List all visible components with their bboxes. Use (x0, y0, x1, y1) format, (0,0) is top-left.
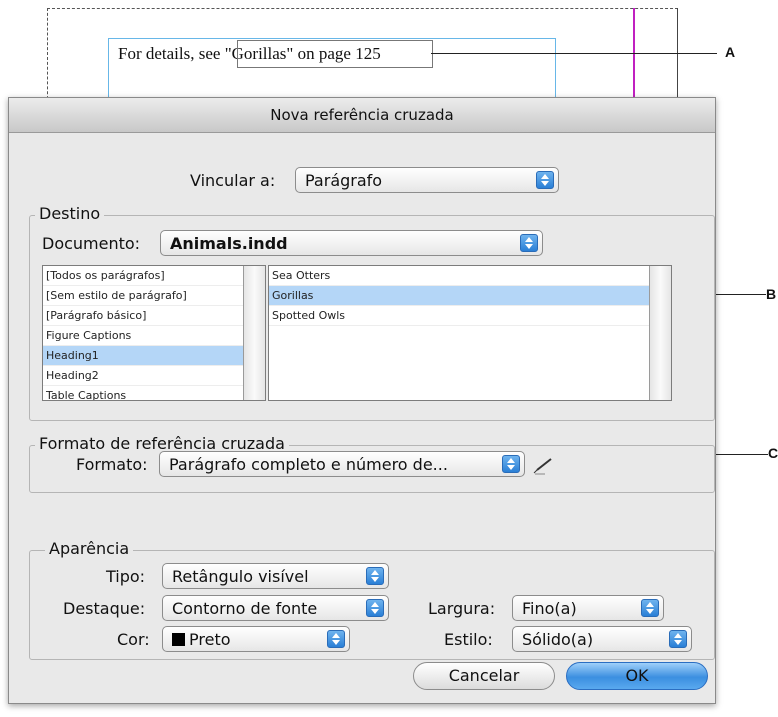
width-label: Largura: (428, 599, 496, 618)
dropdown-arrows-icon (366, 599, 384, 617)
color-label: Cor: (117, 630, 150, 649)
format-value: Parágrafo completo e número de... (169, 455, 448, 474)
ok-button[interactable]: OK (566, 662, 708, 690)
dropdown-arrows-icon (669, 630, 687, 648)
page-edge (677, 8, 678, 103)
style-value: Sólido(a) (522, 630, 594, 649)
type-value: Retângulo visível (172, 567, 309, 586)
highlight-dropdown[interactable]: Contorno de fonte (162, 595, 389, 621)
color-dropdown[interactable]: Preto (162, 626, 350, 652)
margin-guide (633, 8, 635, 103)
callout-line-a (431, 53, 717, 54)
list-item[interactable]: [Todos os parágrafos] (43, 266, 243, 286)
list-item[interactable]: [Sem estilo de parágrafo] (43, 286, 243, 306)
style-list-scrollbar[interactable] (243, 266, 265, 400)
format-label: Formato: (76, 455, 148, 474)
list-item[interactable]: Table Captions (43, 386, 243, 400)
cross-reference-highlight (237, 40, 433, 68)
text-before: For details, see (118, 44, 225, 63)
list-item[interactable]: Sea Otters (269, 266, 650, 286)
type-label: Tipo: (106, 567, 146, 586)
highlight-value: Contorno de fonte (172, 599, 318, 618)
paragraph-style-list: [Todos os parágrafos] [Sem estilo de par… (42, 265, 266, 401)
paragraph-list-scrollbar[interactable] (649, 266, 671, 400)
width-dropdown[interactable]: Fino(a) (512, 595, 664, 621)
dropdown-arrows-icon (520, 234, 538, 252)
style-label: Estilo: (444, 630, 493, 649)
style-dropdown[interactable]: Sólido(a) (512, 626, 692, 652)
dialog-title: Nova referência cruzada (270, 106, 454, 124)
color-swatch (172, 633, 185, 646)
list-item[interactable]: Figure Captions (43, 326, 243, 346)
cancel-button[interactable]: Cancelar (413, 662, 555, 690)
list-item[interactable]: [Parágrafo básico] (43, 306, 243, 326)
color-value: Preto (189, 630, 231, 649)
dropdown-arrows-icon (502, 455, 520, 473)
list-item[interactable]: Heading2 (43, 366, 243, 386)
width-value: Fino(a) (522, 599, 577, 618)
dropdown-arrows-icon (536, 171, 554, 189)
link-to-dropdown[interactable]: Parágrafo (295, 167, 559, 193)
callout-b: B (766, 286, 777, 302)
dropdown-arrows-icon (327, 630, 345, 648)
document-value: Animals.indd (170, 234, 288, 253)
list-item[interactable]: Spotted Owls (269, 306, 650, 326)
document-dropdown[interactable]: Animals.indd (160, 230, 543, 256)
link-to-label: Vincular a: (190, 171, 276, 190)
list-item-selected[interactable]: Heading1 (43, 346, 243, 366)
cross-reference-dialog: Nova referência cruzada Vincular a: Pará… (8, 97, 716, 704)
link-to-value: Parágrafo (305, 171, 383, 190)
dropdown-arrows-icon (641, 599, 659, 617)
dropdown-arrows-icon (366, 567, 384, 585)
list-item-selected[interactable]: Gorillas (269, 286, 650, 306)
appearance-title: Aparência (45, 539, 134, 558)
destination-title: Destino (35, 204, 105, 223)
pencil-icon[interactable] (533, 454, 557, 476)
callout-c: C (768, 445, 778, 461)
format-dropdown[interactable]: Parágrafo completo e número de... (159, 451, 525, 477)
highlight-label: Destaque: (63, 599, 146, 618)
type-dropdown[interactable]: Retângulo visível (162, 563, 389, 589)
title-bar[interactable]: Nova referência cruzada (9, 98, 715, 133)
paragraph-list: Sea Otters Gorillas Spotted Owls (268, 265, 672, 401)
callout-a: A (725, 44, 736, 60)
document-label: Documento: (42, 234, 141, 253)
